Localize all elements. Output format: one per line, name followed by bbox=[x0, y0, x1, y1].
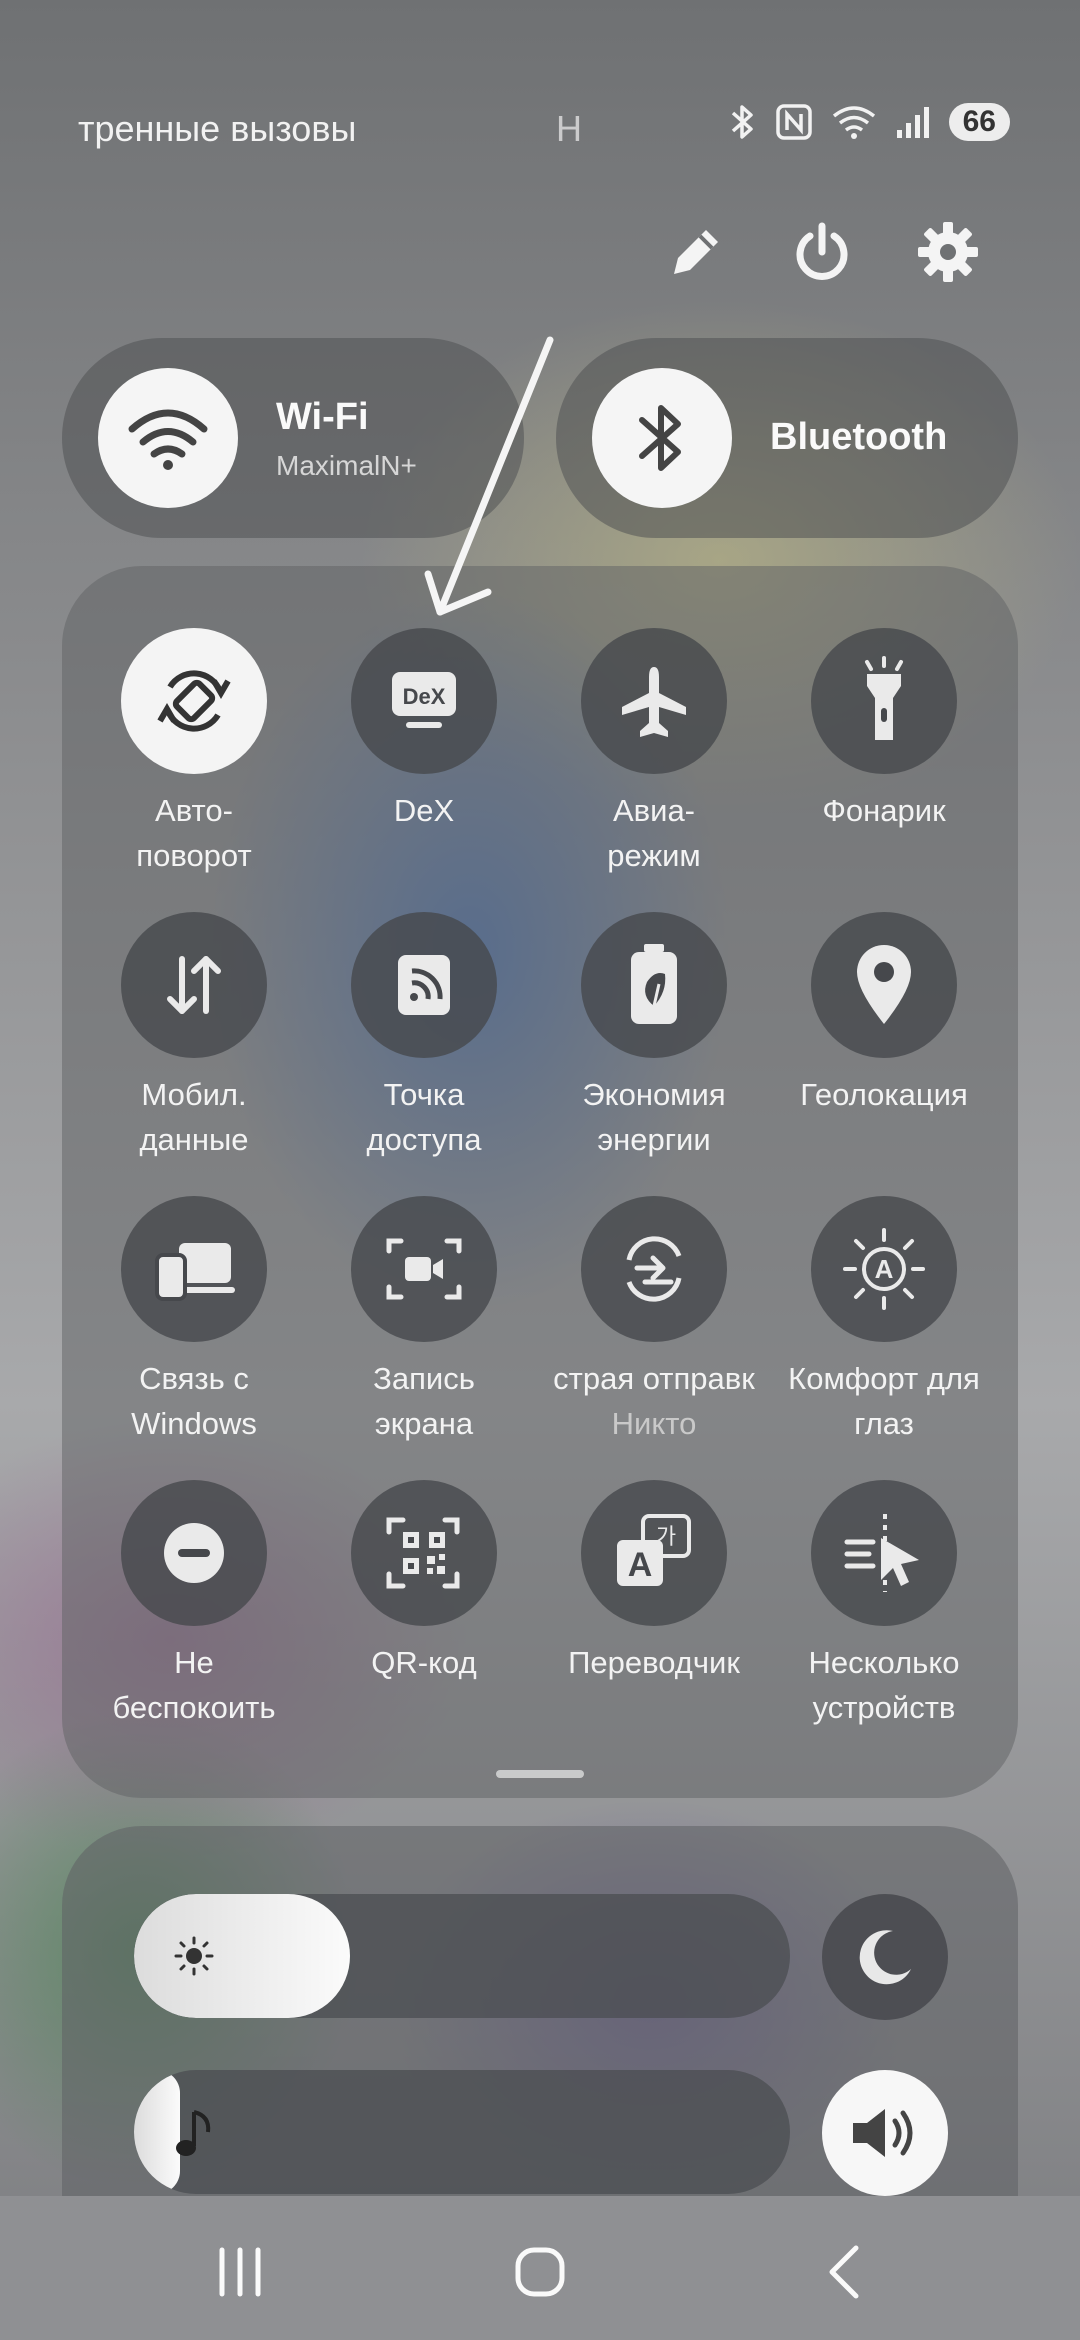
sound-mode-button[interactable] bbox=[822, 2070, 948, 2196]
moon-icon bbox=[859, 1930, 911, 1985]
brightness-slider[interactable] bbox=[134, 1894, 790, 2018]
recents-icon bbox=[219, 2247, 261, 2297]
tile-label: Несколько bbox=[808, 1645, 960, 1680]
tile-screen-record[interactable]: Запись экрана bbox=[309, 1196, 539, 1446]
tile-label: Не bbox=[174, 1645, 214, 1680]
tile-label-secondary: доступа bbox=[366, 1122, 482, 1157]
tile-label: Комфорт для bbox=[788, 1361, 980, 1396]
link-windows-toggle[interactable] bbox=[121, 1196, 267, 1342]
qr-code-toggle[interactable] bbox=[351, 1480, 497, 1626]
mobile-data-icon bbox=[154, 945, 234, 1025]
tile-qr-code[interactable]: QR-код bbox=[309, 1480, 539, 1685]
location-toggle[interactable] bbox=[811, 912, 957, 1058]
translator-toggle[interactable]: 가A bbox=[581, 1480, 727, 1626]
svg-text:A: A bbox=[628, 1546, 653, 1584]
tile-location[interactable]: Геолокация bbox=[769, 912, 999, 1117]
tile-label: DeX bbox=[393, 793, 455, 828]
night-mode-button[interactable] bbox=[822, 1894, 948, 2020]
brightness-fill bbox=[134, 1894, 351, 2018]
media-volume-slider[interactable] bbox=[134, 2070, 790, 2194]
grid-drag-handle[interactable] bbox=[496, 1770, 584, 1778]
home-button[interactable] bbox=[500, 2232, 580, 2312]
do-not-disturb-icon bbox=[154, 1513, 234, 1593]
tile-label: страя отправк bbox=[553, 1361, 755, 1396]
music-note-icon bbox=[176, 2110, 211, 2156]
mobile-data-toggle[interactable] bbox=[121, 912, 267, 1058]
translator-icon: 가A bbox=[609, 1510, 699, 1596]
screen-record-icon bbox=[381, 1229, 467, 1309]
tile-label: Мобил. bbox=[141, 1077, 247, 1112]
back-button[interactable] bbox=[806, 2232, 886, 2312]
tile-label-secondary: беспокоить bbox=[112, 1690, 276, 1725]
navigation-bar bbox=[0, 2196, 1080, 2340]
tile-multi-device[interactable]: Несколько устройств bbox=[769, 1480, 999, 1730]
tile-label-secondary: Никто bbox=[611, 1406, 697, 1441]
tile-label-secondary: экрана bbox=[374, 1406, 474, 1441]
tile-hotspot[interactable]: Точка доступа bbox=[309, 912, 539, 1162]
multi-device-icon bbox=[839, 1508, 929, 1598]
qr-code-icon bbox=[381, 1510, 467, 1596]
eye-comfort-toggle[interactable]: A bbox=[811, 1196, 957, 1342]
tile-label-secondary: Windows bbox=[131, 1406, 257, 1441]
tile-translator[interactable]: 가 A Переводчик bbox=[539, 1480, 769, 1685]
tile-link-windows[interactable]: Связь с Windows bbox=[79, 1196, 309, 1446]
tile-label: Фонарик bbox=[822, 793, 946, 828]
eye-comfort-icon: A bbox=[839, 1224, 929, 1314]
tile-label-secondary: энергии bbox=[597, 1122, 711, 1157]
link-windows-icon bbox=[151, 1229, 237, 1309]
tile-do-not-disturb[interactable]: Не беспокоить bbox=[79, 1480, 309, 1730]
power-saving-toggle[interactable] bbox=[581, 912, 727, 1058]
tile-label: Экономия bbox=[582, 1077, 726, 1112]
tile-label-secondary: поворот bbox=[136, 838, 252, 873]
power-saving-icon bbox=[619, 940, 689, 1030]
tile-label-secondary: режим bbox=[607, 838, 701, 873]
tile-mobile-data[interactable]: Мобил. данные bbox=[79, 912, 309, 1162]
sun-icon bbox=[174, 1936, 214, 1976]
tile-label: QR-код bbox=[371, 1645, 477, 1680]
hotspot-icon bbox=[384, 945, 464, 1025]
hotspot-toggle[interactable] bbox=[351, 912, 497, 1058]
svg-text:A: A bbox=[875, 1254, 894, 1284]
tile-label: Авиа- bbox=[612, 793, 696, 828]
recents-button[interactable] bbox=[200, 2232, 280, 2312]
tile-label-secondary: устройств bbox=[812, 1690, 956, 1725]
screen-record-toggle[interactable] bbox=[351, 1196, 497, 1342]
tile-eye-comfort[interactable]: A Комфорт для глаз bbox=[769, 1196, 999, 1446]
tile-quick-share[interactable]: страя отправк Никто bbox=[539, 1196, 769, 1446]
sliders-panel bbox=[62, 1826, 1018, 2246]
tile-label: Точка bbox=[383, 1077, 465, 1112]
back-icon bbox=[829, 2245, 859, 2299]
location-icon bbox=[849, 940, 919, 1030]
tile-label: Авто- bbox=[155, 793, 233, 828]
speaker-icon bbox=[853, 2109, 913, 2157]
tile-power-saving[interactable]: Экономия энергии bbox=[539, 912, 769, 1162]
tile-label-secondary: глаз bbox=[854, 1406, 914, 1441]
home-icon bbox=[515, 2247, 565, 2297]
do-not-disturb-toggle[interactable] bbox=[121, 1480, 267, 1626]
multi-device-toggle[interactable] bbox=[811, 1480, 957, 1626]
annotation-arrow bbox=[424, 336, 554, 616]
tile-label: Запись bbox=[373, 1361, 475, 1396]
tile-label: Связь с bbox=[139, 1361, 249, 1396]
quick-share-icon bbox=[611, 1226, 697, 1312]
tile-label: Переводчик bbox=[568, 1645, 740, 1680]
tile-label: Геолокация bbox=[800, 1077, 968, 1112]
tile-label-secondary: данные bbox=[139, 1122, 249, 1157]
quick-share-toggle[interactable] bbox=[581, 1196, 727, 1342]
